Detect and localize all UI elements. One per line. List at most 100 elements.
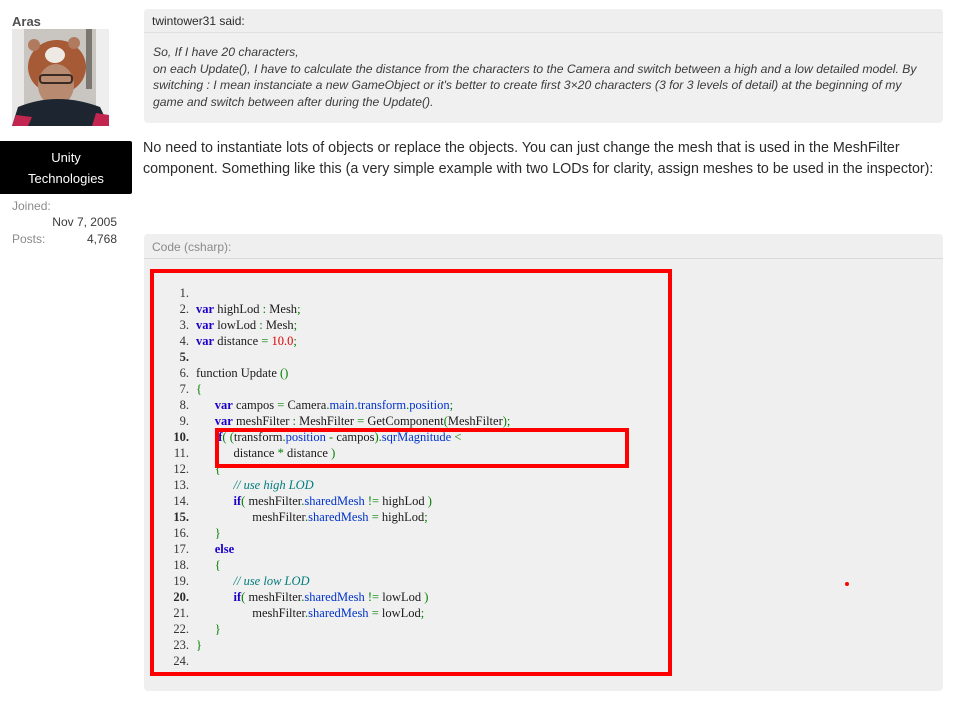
user-title-line1: Unity [51,150,81,165]
line-number: 22. [173,622,189,636]
code-token-t: transform [233,430,283,444]
user-avatar[interactable] [12,29,109,126]
code-line: 24. [170,653,510,669]
quote-line: So, If I have 20 characters, [153,45,299,59]
code-token-t: campos [333,430,375,444]
posts-label: Posts: [12,232,46,246]
code-token-t: meshFilter [245,494,302,508]
line-number: 7. [179,382,189,396]
code-token-t: Camera [284,398,327,412]
line-number: 3. [179,318,189,332]
code-token-punct: ; [449,398,454,412]
line-number: 9. [179,414,189,428]
code-token-punct: != [367,494,380,508]
line-number: 12. [173,462,189,476]
code-token-t: highLod [378,510,425,524]
line-number: 13. [173,478,189,492]
code-token-t: meshFilter [232,414,293,428]
line-number: 19. [173,574,189,588]
code-token-punct: } [196,638,202,652]
code-token-prop: sharedMesh [308,606,369,620]
red-marker-dot [845,582,849,586]
code-line: 19. // use low LOD [170,573,510,589]
code-token-punct: { [214,462,221,476]
line-number: 1. [179,286,189,300]
code-token-punct: ; [293,318,298,332]
code-line: 15. meshFilter.sharedMesh = highLod; [170,509,510,525]
quote-block: twintower31 said: So, If I have 20 chara… [144,9,943,123]
code-token-kw: var [196,302,215,316]
line-number: 23. [173,638,189,652]
line-number: 15. [173,510,189,524]
user-avatar-icon [12,29,109,126]
code-line: 11. distance * distance ) [170,445,510,461]
code-line: 6. function Update () [170,365,510,381]
code-token-prop: transform [357,398,407,412]
code-token-punct: { [196,382,202,396]
code-token-t: highLod [379,494,428,508]
code-token-prop: main [329,398,355,412]
code-line: 23.} [170,637,510,653]
code-language-label: Code (csharp): [144,234,943,259]
code-line: 12. { [170,461,510,477]
code-token-kw: if [233,494,242,508]
line-number: 11. [173,446,189,460]
joined-label: Joined: [12,199,51,213]
code-token-t: meshFilter [245,590,302,604]
code-line: 18. { [170,557,510,573]
code-token-t: lowLod [379,590,425,604]
joined-value: Nov 7, 2005 [52,215,117,229]
post-message: No need to instantiate lots of objects o… [143,140,934,177]
code-token-prop: position [409,398,450,412]
code-line: 22. } [170,621,510,637]
code-line: 17. else [170,541,510,557]
user-title-line2: Technologies [28,171,104,186]
code-line: 20. if( meshFilter.sharedMesh != lowLod … [170,589,510,605]
code-line: 3. var lowLod : Mesh; [170,317,510,333]
code-line: 7. { [170,381,510,397]
line-number: 6. [179,366,189,380]
code-token-punct: ). [374,430,382,444]
line-number: 21. [173,606,189,620]
code-token-kw: else [214,542,235,556]
quote-content: So, If I have 20 characters, on each Upd… [144,33,943,110]
code-token-kw: var [214,414,233,428]
code-line: 2. var highLod : Mesh; [170,301,510,317]
user-title-banner: Unity Technologies [0,141,132,194]
code-token-prop: sharedMesh [308,510,369,524]
line-number: 14. [173,494,189,508]
line-number: 2. [179,302,189,316]
code-line: 9. var meshFilter : MeshFilter = GetComp… [170,413,511,429]
code-line: 1. [170,285,510,301]
code-token-t: MeshFilter [447,414,503,428]
posts-value[interactable]: 4,768 [87,231,117,248]
code-token-t: lowLod [378,606,421,620]
code-token-t: meshFilter [252,510,306,524]
quote-author[interactable]: twintower31 said: [144,9,943,33]
code-token-punct: < [454,430,462,444]
code-token-cm: // use high LOD [233,478,314,492]
code-token-punct: ; [297,302,301,316]
quote-line: on each Update(), I have to calculate th… [153,61,917,109]
code-token-punct: != [367,590,380,604]
code-token-t: function Update [196,366,281,380]
code-token-punct: ; [293,334,297,348]
username-link[interactable]: Aras [12,14,41,29]
code-line: 14. if( meshFilter.sharedMesh != highLod… [170,493,510,509]
code-token-punct: ) [424,590,429,604]
code-token-punct: ; [420,606,425,620]
code-token-punct: ; [424,510,428,524]
code-token-kw: var [196,318,215,332]
code-token-punct: } [214,526,221,540]
code-token-cm: // use low LOD [233,574,310,588]
code-token-t: campos [232,398,278,412]
